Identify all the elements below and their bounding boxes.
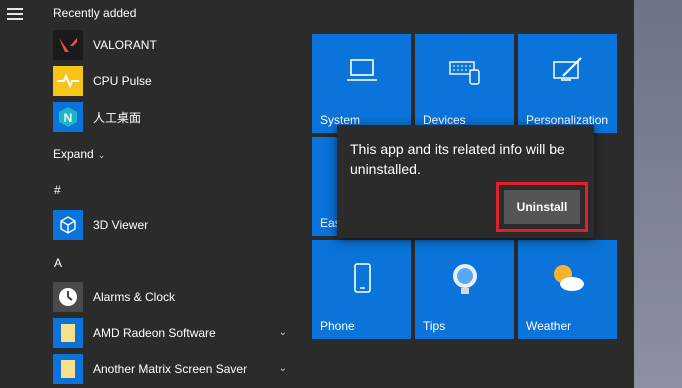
phone-icon [350,262,374,299]
app-cpu-pulse[interactable]: CPU Pulse [53,65,293,97]
tile-phone[interactable]: Phone [312,240,411,339]
start-menu: Recently added VALORANT CPU Pulse N 人工桌面… [0,0,634,388]
chevron-down-icon[interactable]: ⌄ [279,363,287,374]
section-hash[interactable]: # [54,183,61,197]
tile-label: Weather [526,319,572,333]
app-label: VALORANT [93,38,157,52]
tile-label: Phone [320,319,355,333]
keyboard-icon [448,56,482,89]
valorant-icon [53,30,83,60]
app-alarms-clock[interactable]: Alarms & Clock [53,281,293,313]
section-a[interactable]: A [54,256,62,270]
app-label: 人工桌面 [93,110,142,125]
clock-icon [53,282,83,312]
cube-icon [53,210,83,240]
app-valorant[interactable]: VALORANT [53,29,293,61]
tile-personalization[interactable]: Personalization [518,34,617,133]
cpu-pulse-icon [53,66,83,96]
app-another-matrix[interactable]: Another Matrix Screen Saver ⌄ [53,353,293,385]
app-n[interactable]: N 人工桌面 [53,101,293,133]
hamburger-menu-icon[interactable] [7,8,23,20]
app-3d-viewer[interactable]: 3D Viewer [53,209,293,241]
tile-label: Tips [423,319,446,333]
app-amd-radeon[interactable]: AMD Radeon Software ⌄ [53,317,293,349]
tile-system[interactable]: System [312,34,411,133]
app-label: AMD Radeon Software [93,326,216,340]
left-rail [0,0,32,388]
tile-weather[interactable]: Weather [518,240,617,339]
app-label: Another Matrix Screen Saver [93,362,248,376]
paint-icon [551,56,585,89]
laptop-icon [345,56,379,89]
recently-added-header: Recently added [53,6,137,20]
app-label: CPU Pulse [93,74,152,88]
folder-icon [53,318,83,348]
lightbulb-icon [450,262,480,301]
uninstall-button[interactable]: Uninstall [504,190,580,224]
expand-button[interactable]: Expand ⌄ [53,147,105,161]
app-label: 3D Viewer [93,218,149,232]
chevron-down-icon[interactable]: ⌄ [279,327,287,338]
desktop-background [634,0,682,388]
folder-icon [53,354,83,384]
svg-text:N: N [64,111,73,125]
dialog-message: This app and its related info will be un… [350,141,565,177]
chevron-down-icon: ⌄ [97,150,106,160]
tile-tips[interactable]: Tips [415,240,514,339]
app-label: Alarms & Clock [93,290,176,304]
n-app-icon: N [53,102,83,132]
expand-label: Expand [53,147,94,161]
tile-devices[interactable]: Devices [415,34,514,133]
weather-icon [550,262,586,297]
